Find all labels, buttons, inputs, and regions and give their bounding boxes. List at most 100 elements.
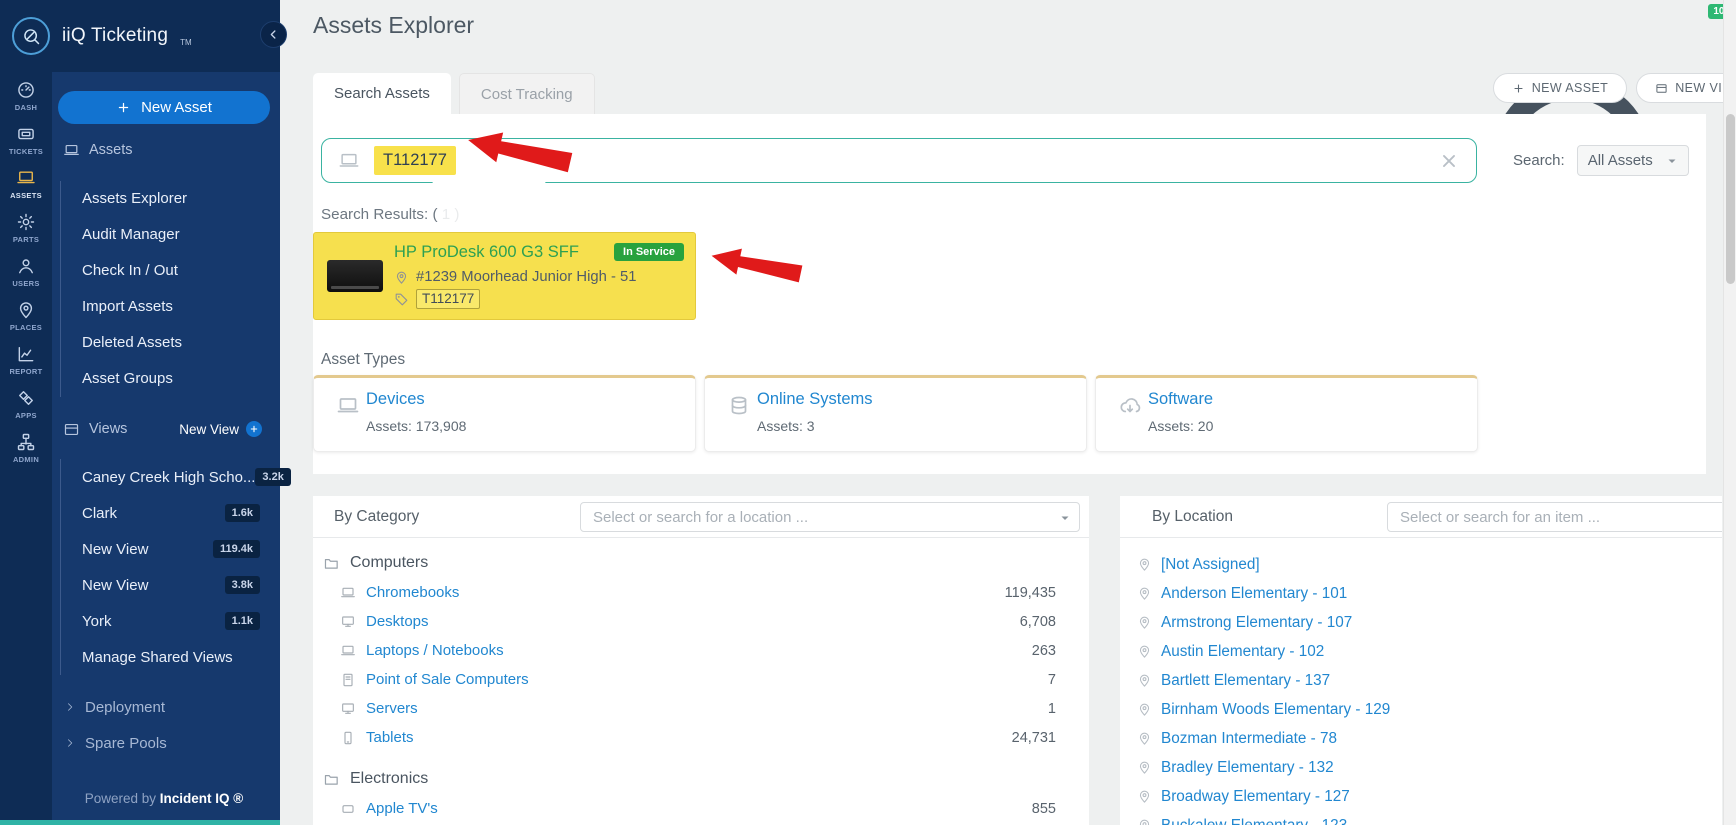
rail-item-parts[interactable]: PARTS [13,212,39,244]
view-item-label: York [82,613,111,630]
category-item-apple-tv-s[interactable]: Apple TV's855 [313,794,1089,823]
new-view-action-button[interactable]: NEW VIEW [1636,73,1736,103]
asset-title-link[interactable]: HP ProDesk 600 G3 SFF [394,243,636,262]
location-item-bozman-intermediate-78[interactable]: Bozman Intermediate - 78 [1120,724,1722,753]
sidebar-item-import-assets[interactable]: Import Assets [61,289,270,325]
location-item-birnham-woods-elementary-129[interactable]: Birnham Woods Elementary - 129 [1120,695,1722,724]
location-link[interactable]: Anderson Elementary - 101 [1161,585,1347,603]
category-link[interactable]: Desktops [366,613,429,630]
tablet-icon [340,730,356,746]
scrollbar-thumb[interactable] [1726,114,1735,284]
asset-type-link[interactable]: Online Systems [757,390,873,409]
rail-item-dash[interactable]: DASH [15,80,37,112]
location-item-anderson-elementary-101[interactable]: Anderson Elementary - 101 [1120,579,1722,608]
search-scope-select[interactable]: All Assets [1577,145,1689,176]
category-item-servers[interactable]: Servers1 [313,694,1089,723]
laptop-icon [340,585,356,601]
page-scrollbar[interactable] [1723,0,1736,825]
rail-item-apps[interactable]: APPS [15,388,37,420]
rail-item-admin[interactable]: ADMIN [13,432,39,464]
search-result-card[interactable]: HP ProDesk 600 G3 SFF #1239 Moorhead Jun… [313,232,696,320]
category-list: ComputersChromebooks119,435Desktops6,708… [313,538,1089,823]
section-toggle-spare-pools[interactable]: Spare Pools [64,730,270,756]
location-item-not-assigned[interactable]: [Not Assigned] [1120,550,1722,579]
asset-type-card-devices[interactable]: DevicesAssets: 173,908 [313,375,696,452]
sidebar-item-manage-shared-views[interactable]: Manage Shared Views [61,639,270,675]
sidebar-collapse-button[interactable] [260,21,287,48]
category-link[interactable]: Laptops / Notebooks [366,642,504,659]
rail-item-assets[interactable]: ASSETS [10,168,42,200]
search-scope-value: All Assets [1588,152,1653,169]
by-category-panel: By Category ComputersChromebooks119,435D… [313,496,1089,825]
tabs: Search AssetsCost Tracking [313,73,595,114]
location-item-filter[interactable] [1387,502,1722,532]
location-link[interactable]: Broadway Elementary - 127 [1161,788,1350,806]
plus-icon [246,421,262,437]
category-link[interactable]: Point of Sale Computers [366,671,529,688]
location-item-broadway-elementary-127[interactable]: Broadway Elementary - 127 [1120,782,1722,811]
category-link[interactable]: Tablets [366,729,414,746]
tab-cost-tracking[interactable]: Cost Tracking [459,73,595,114]
section-toggle-label: Spare Pools [85,735,167,752]
asset-type-link[interactable]: Software [1148,390,1213,409]
pin-icon [394,270,409,285]
plus-icon [1512,82,1525,95]
section-toggle-deployment[interactable]: Deployment [64,694,270,720]
view-item-caney-creek-high-scho[interactable]: Caney Creek High Scho...3.2k [61,459,270,495]
category-link[interactable]: Servers [366,700,418,717]
category-filter-input[interactable] [581,503,1079,531]
location-item-austin-elementary-102[interactable]: Austin Elementary - 102 [1120,637,1722,666]
tab-search-assets[interactable]: Search Assets [313,73,451,114]
location-link[interactable]: Austin Elementary - 102 [1161,643,1324,661]
category-item-chromebooks[interactable]: Chromebooks119,435 [313,578,1089,607]
screenshot-smudge [439,202,467,225]
location-filter-input[interactable] [1388,503,1722,531]
rail-item-label: TICKETS [9,147,43,156]
new-view-link[interactable]: New View [179,421,262,437]
orgchart-icon [16,432,36,452]
views-section-text: Views [89,421,127,437]
sidebar-item-check-in-out[interactable]: Check In / Out [61,253,270,289]
asset-type-card-software[interactable]: SoftwareAssets: 20 [1095,375,1478,452]
location-item-bradley-elementary-132[interactable]: Bradley Elementary - 132 [1120,753,1722,782]
view-item-new-view[interactable]: New View119.4k [61,531,270,567]
asset-type-card-online-systems[interactable]: Online SystemsAssets: 3 [704,375,1087,452]
category-link[interactable]: Chromebooks [366,584,459,601]
clear-search-icon[interactable] [1438,150,1460,172]
location-link[interactable]: Armstrong Elementary - 107 [1161,614,1352,632]
location-link[interactable]: [Not Assigned] [1161,556,1260,574]
location-link[interactable]: Bartlett Elementary - 137 [1161,672,1330,690]
view-item-york[interactable]: York1.1k [61,603,270,639]
new-asset-button[interactable]: New Asset [58,91,270,124]
new-asset-action-button[interactable]: NEW ASSET [1493,73,1628,103]
sidebar-item-audit-manager[interactable]: Audit Manager [61,217,270,253]
category-item-laptops-notebooks[interactable]: Laptops / Notebooks263 [313,636,1089,665]
location-item-armstrong-elementary-107[interactable]: Armstrong Elementary - 107 [1120,608,1722,637]
sidebar-item-assets-explorer[interactable]: Assets Explorer [61,181,270,217]
location-link[interactable]: Buckalew Elementary - 123 [1161,817,1347,825]
category-location-filter[interactable] [580,502,1080,532]
rail-item-tickets[interactable]: TICKETS [9,124,43,156]
pin-icon [1137,702,1152,717]
location-item-buckalew-elementary-123[interactable]: Buckalew Elementary - 123 [1120,811,1722,825]
view-item-clark[interactable]: Clark1.6k [61,495,270,531]
location-link[interactable]: Bradley Elementary - 132 [1161,759,1334,777]
sidebar-bottom-strip [0,820,280,825]
view-item-new-view[interactable]: New View3.8k [61,567,270,603]
category-item-tablets[interactable]: Tablets24,731 [313,723,1089,752]
sidebar-item-asset-groups[interactable]: Asset Groups [61,361,270,397]
laptop-icon [338,150,360,172]
category-item-desktops[interactable]: Desktops6,708 [313,607,1089,636]
category-item-point-of-sale-computers[interactable]: Point of Sale Computers7 [313,665,1089,694]
asset-type-link[interactable]: Devices [366,390,425,409]
rail-item-users[interactable]: USERS [12,256,39,288]
rail-item-report[interactable]: REPORT [9,344,42,376]
location-link[interactable]: Birnham Woods Elementary - 129 [1161,701,1390,719]
collapsed-sections: Deployment Spare Pools [58,694,270,756]
sidebar-item-deleted-assets[interactable]: Deleted Assets [61,325,270,361]
location-item-bartlett-elementary-137[interactable]: Bartlett Elementary - 137 [1120,666,1722,695]
rail-item-places[interactable]: PLACES [10,300,42,332]
location-link[interactable]: Bozman Intermediate - 78 [1161,730,1337,748]
by-location-title: By Location [1152,508,1233,526]
category-link[interactable]: Apple TV's [366,800,438,817]
